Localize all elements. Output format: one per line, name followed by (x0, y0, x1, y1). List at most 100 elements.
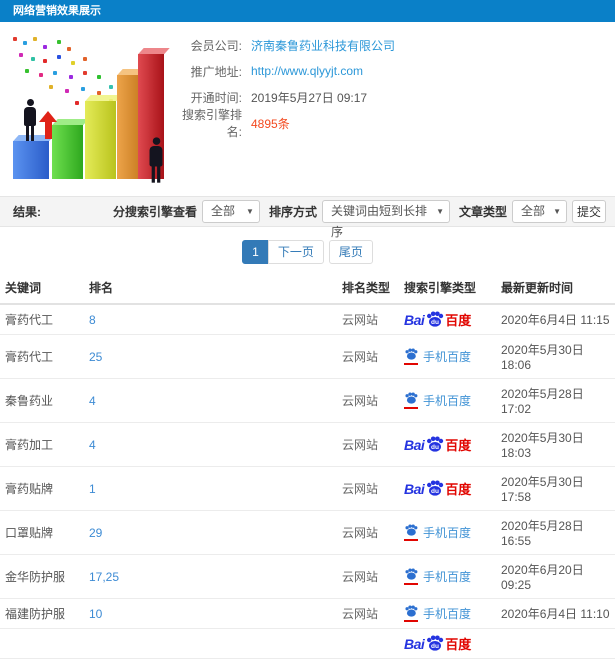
article-type-label: 文章类型 (458, 205, 507, 219)
rank-type-cell: 云网站 (337, 554, 399, 599)
rank-link[interactable]: 10 (84, 598, 337, 629)
company-link[interactable]: 济南秦鲁药业科技有限公司 (251, 37, 395, 54)
rank-link[interactable]: 25 (84, 334, 337, 379)
rank-link[interactable]: 17,25 (84, 554, 337, 599)
info-row-url: 推广地址: http://www.qlyyjt.com (170, 58, 600, 84)
rank-type-cell: 云网站 (337, 378, 399, 423)
table-row: 膏药加工 4 云网站 Bai du 百度 2020年5月30日 18:03 (0, 422, 615, 467)
baidu-paw-icon: du (427, 436, 444, 452)
engine-filter-select[interactable]: 全部 ▼ (201, 200, 260, 223)
keyword-cell (0, 628, 84, 659)
growth-arrow-icon (39, 111, 57, 139)
keyword-cell: 金华防护服 (0, 554, 84, 599)
submit-button[interactable]: 提交 (572, 200, 606, 223)
rank-link[interactable]: 8 (84, 304, 337, 335)
pagination: 1 下一页 尾页 (0, 227, 615, 273)
update-time-cell (496, 628, 615, 659)
results-section-label: 结果: (13, 205, 41, 219)
header-rank: 排名 (84, 273, 337, 305)
update-time-cell: 2020年5月30日 18:06 (496, 334, 615, 379)
table-row: 金华防护服 17,25 云网站 手机百度 2020年6月20日 09:25 (0, 554, 615, 599)
update-time-cell: 2020年5月30日 18:03 (496, 422, 615, 467)
baidu-mobile-logo: 手机百度 (404, 568, 471, 585)
rank-type-cell: 云网站 (337, 304, 399, 335)
info-rows: 会员公司: 济南秦鲁药业科技有限公司 推广地址: http://www.qlyy… (170, 32, 600, 140)
engine-type-cell: Bai du 百度 (399, 304, 496, 335)
update-time-cell: 2020年6月20日 09:25 (496, 554, 615, 599)
rank-link[interactable]: 4 (84, 378, 337, 423)
chevron-down-icon: ▼ (553, 207, 561, 216)
rank-type-cell (337, 628, 399, 659)
open-time-label: 开通时间: (190, 90, 242, 105)
chart-bar-blue (13, 141, 49, 179)
engine-rank-count: 4895条 (251, 116, 290, 131)
promo-url-label: 推广地址: (190, 64, 242, 79)
rank-type-cell: 云网站 (337, 598, 399, 629)
table-row: 秦鲁药业 4 云网站 手机百度 2020年5月28日 17:02 (0, 378, 615, 423)
rank-link[interactable]: 1 (84, 466, 337, 511)
rank-type-cell: 云网站 (337, 466, 399, 511)
article-type-select[interactable]: 全部 ▼ (512, 200, 567, 223)
engine-type-cell: 手机百度 (399, 378, 496, 423)
page-title: 网络营销效果展示 (13, 5, 101, 17)
table-row: 口罩贴牌 29 云网站 手机百度 2020年5月28日 16:55 (0, 510, 615, 555)
engine-rank-label: 搜索引擎排名: (181, 108, 242, 139)
rank-type-cell: 云网站 (337, 510, 399, 555)
engine-type-cell: 手机百度 (399, 554, 496, 599)
update-time-cell: 2020年5月28日 16:55 (496, 510, 615, 555)
baidu-mobile-icon (404, 392, 418, 409)
open-time-value: 2019年5月27日 09:17 (251, 90, 368, 105)
keyword-cell: 秦鲁药业 (0, 378, 84, 423)
table-row: 福建防护服 10 云网站 手机百度 2020年6月4日 11:10 (0, 598, 615, 629)
keyword-cell: 膏药贴牌 (0, 466, 84, 511)
header-rank-type: 排名类型 (337, 273, 399, 305)
engine-type-cell: Bai du 百度 (399, 466, 496, 511)
baidu-mobile-logo: 手机百度 (404, 348, 471, 365)
svg-text:du: du (431, 319, 439, 326)
table-row: 膏药代工 8 云网站 Bai du 百度 2020年6月4日 11:15 (0, 304, 615, 335)
engine-type-cell: 手机百度 (399, 510, 496, 555)
update-time-cell: 2020年6月4日 11:15 (496, 304, 615, 335)
info-row-engine-rank: 搜索引擎排名: 4895条 (170, 108, 600, 139)
rank-type-cell: 云网站 (337, 334, 399, 379)
chevron-down-icon: ▼ (246, 207, 254, 216)
baidu-mobile-icon (404, 605, 418, 622)
page-button-last[interactable]: 尾页 (328, 240, 373, 264)
baidu-mobile-icon (404, 524, 418, 541)
rank-link[interactable] (84, 628, 337, 659)
table-row: 膏药代工 25 云网站 手机百度 2020年5月30日 18:06 (0, 334, 615, 379)
baidu-paw-icon: du (427, 311, 444, 327)
engine-filter-value: 全部 (210, 204, 235, 218)
table-header-row: 关键词 排名 排名类型 搜索引擎类型 最新更新时间 (0, 273, 615, 305)
engine-type-cell: Bai du 百度 (399, 422, 496, 467)
baidu-paw-icon: du (427, 635, 444, 651)
engine-type-cell: Bai du 百度 (399, 628, 496, 659)
promo-url-link[interactable]: http://www.qlyyjt.com (251, 64, 363, 78)
sort-filter-label: 排序方式 (268, 205, 317, 219)
keyword-cell: 膏药代工 (0, 304, 84, 335)
rank-link[interactable]: 29 (84, 510, 337, 555)
header-update-time: 最新更新时间 (496, 273, 615, 305)
page-button-current[interactable]: 1 (242, 240, 269, 264)
baidu-pc-logo: Bai du 百度 (404, 436, 472, 453)
header-keyword: 关键词 (0, 273, 84, 305)
keyword-cell: 膏药加工 (0, 422, 84, 467)
businessman-right-icon (147, 137, 164, 183)
info-row-company: 会员公司: 济南秦鲁药业科技有限公司 (170, 32, 600, 58)
rank-link[interactable]: 4 (84, 422, 337, 467)
page-header: 网络营销效果展示 (0, 0, 615, 22)
company-info-section: 会员公司: 济南秦鲁药业科技有限公司 推广地址: http://www.qlyy… (0, 22, 615, 196)
engine-type-cell: 手机百度 (399, 598, 496, 629)
bar-chart-illustration (5, 35, 170, 183)
baidu-pc-logo: Bai du 百度 (404, 311, 472, 328)
article-type-value: 全部 (521, 204, 546, 218)
chart-bar-yellow (85, 101, 116, 179)
baidu-mobile-logo: 手机百度 (404, 524, 471, 541)
baidu-mobile-logo: 手机百度 (404, 605, 471, 622)
confetti-decoration (13, 37, 17, 41)
page-button-next[interactable]: 下一页 (267, 240, 324, 264)
update-time-cell: 2020年6月4日 11:10 (496, 598, 615, 629)
company-label: 会员公司: (190, 38, 242, 53)
rank-type-cell: 云网站 (337, 422, 399, 467)
sort-filter-select[interactable]: 关键词由短到长排序 ▼ (321, 200, 450, 239)
